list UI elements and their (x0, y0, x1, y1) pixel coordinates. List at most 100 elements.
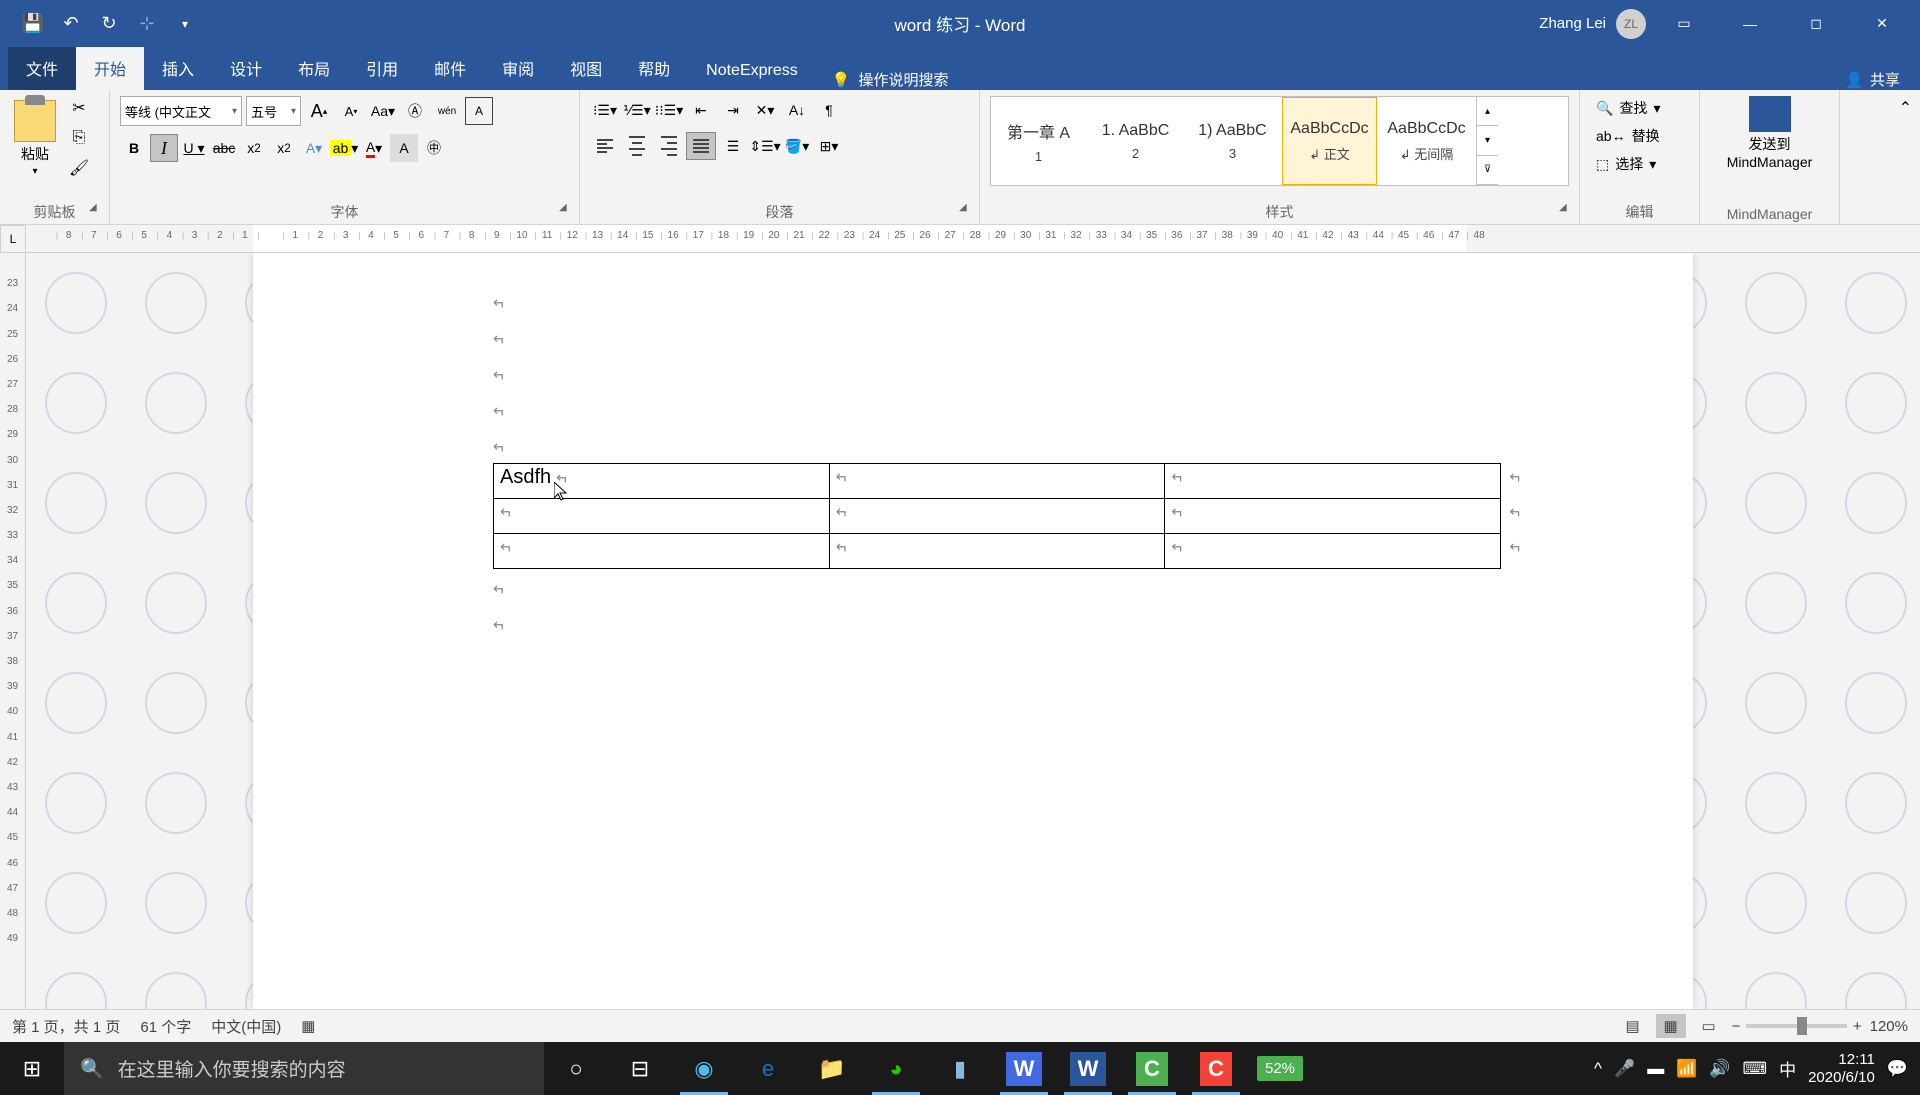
paragraph-dialog-launcher[interactable]: ◢ (959, 202, 975, 218)
taskbar-app-1[interactable]: ◉ (672, 1042, 736, 1095)
taskbar-explorer[interactable]: 📁 (800, 1042, 864, 1095)
collapse-ribbon-button[interactable]: ⌃ (1891, 90, 1920, 224)
ruler-horizontal[interactable]: L 87654321 12345678910111213141516171819… (0, 225, 1920, 253)
character-shading-button[interactable]: A (390, 134, 418, 162)
ruler-vertical[interactable]: 2324252627282930313233343536373839404142… (0, 253, 26, 1009)
paste-button[interactable]: 粘贴 ▾ (10, 96, 60, 181)
tab-insert[interactable]: 插入 (144, 46, 212, 90)
superscript-button[interactable]: x2 (270, 134, 298, 162)
read-mode-button[interactable]: ▤ (1618, 1014, 1648, 1038)
language-status[interactable]: 中文(中国) (211, 1016, 281, 1037)
highlight-button[interactable]: ab▾ (330, 134, 358, 162)
taskbar-battery-app[interactable]: 52% (1248, 1042, 1312, 1095)
grow-font-button[interactable]: A▴ (305, 97, 333, 125)
align-center-button[interactable] (622, 132, 652, 160)
redo-button[interactable]: ↻ (96, 11, 122, 37)
clear-formatting-button[interactable]: Ⓐ (401, 97, 429, 125)
increase-indent-button[interactable]: ⇥ (718, 96, 748, 124)
underline-button[interactable]: U ▾ (180, 134, 208, 162)
enclose-characters-button[interactable]: ㊥ (420, 134, 448, 162)
italic-button[interactable]: I (150, 134, 178, 162)
tab-selector[interactable]: L (0, 225, 26, 253)
asian-layout-button[interactable]: ✕▾ (750, 96, 780, 124)
style-heading3[interactable]: 1) AaBbC 3 (1185, 97, 1280, 185)
taskbar-search[interactable]: 🔍 在这里输入你要搜索的内容 (64, 1042, 544, 1095)
task-view-button[interactable]: ⊟ (608, 1042, 672, 1095)
wifi-icon[interactable]: 📶 (1676, 1059, 1697, 1079)
web-layout-button[interactable]: ▭ (1694, 1014, 1724, 1038)
zoom-in-button[interactable]: + (1853, 1018, 1862, 1035)
tab-layout[interactable]: 布局 (280, 46, 348, 90)
table-cell[interactable]: ↵↵ (1165, 534, 1501, 569)
document-table[interactable]: Asdfh ↵ ↵ ↵↵ ↵ ↵ ↵↵ ↵ ↵ ↵↵ (493, 463, 1501, 569)
font-size-select[interactable]: 五号 ▾ (246, 96, 301, 126)
share-button[interactable]: 👤 共享 (1845, 69, 1900, 90)
ime-indicator[interactable]: 中 (1779, 1056, 1796, 1081)
taskbar-wechat[interactable]: ◕ (864, 1042, 928, 1095)
ribbon-options-button[interactable]: ▭ (1656, 0, 1712, 47)
find-button[interactable]: 🔍查找 ▾ (1590, 96, 1689, 120)
keyboard-icon[interactable]: ⌨ (1743, 1059, 1768, 1079)
taskbar-word[interactable]: W (1056, 1042, 1120, 1095)
styles-dialog-launcher[interactable]: ◢ (1559, 202, 1575, 218)
tab-help[interactable]: 帮助 (620, 46, 688, 90)
replace-button[interactable]: ab↔替换 (1590, 124, 1689, 148)
font-dialog-launcher[interactable]: ◢ (559, 202, 575, 218)
shrink-font-button[interactable]: A▾ (337, 97, 365, 125)
page[interactable]: ↵ ↵ ↵ ↵ ↵ Asdfh ↵ ↵ ↵↵ ↵ ↵ (253, 253, 1693, 1009)
gallery-expand[interactable]: ⊽ (1477, 156, 1498, 185)
borders-button[interactable]: ⊞▾ (814, 132, 844, 160)
table-cell[interactable]: ↵↵ (1165, 464, 1501, 499)
styles-gallery[interactable]: 第一章 A 1 1. AaBbC 2 1) AaBbC 3 AaBbCcDc ↲… (990, 96, 1569, 186)
taskbar-recorder[interactable]: C (1184, 1042, 1248, 1095)
gallery-scroll-down[interactable]: ▾ (1477, 126, 1498, 155)
user-avatar[interactable]: ZL (1616, 9, 1646, 39)
notifications-button[interactable]: 💬 (1887, 1059, 1908, 1079)
start-button[interactable]: ⊞ (0, 1042, 64, 1095)
cut-button[interactable]: ✂ (66, 96, 92, 120)
close-button[interactable]: ✕ (1854, 0, 1910, 47)
taskbar-wps[interactable]: W (992, 1042, 1056, 1095)
microphone-icon[interactable]: 🎤 (1614, 1059, 1635, 1079)
text-effects-button[interactable]: A▾ (300, 134, 328, 162)
tell-me-search[interactable]: 💡 操作说明搜索 (816, 69, 965, 90)
tab-design[interactable]: 设计 (212, 46, 280, 90)
font-name-select[interactable]: 等线 (中文正文 ▾ (120, 96, 242, 126)
tab-noteexpress[interactable]: NoteExpress (688, 52, 816, 90)
tab-home[interactable]: 开始 (76, 46, 144, 90)
taskbar-camtasia[interactable]: C (1120, 1042, 1184, 1095)
numbering-button[interactable]: ⅟☰▾ (622, 96, 652, 124)
table-cell[interactable]: Asdfh ↵ (494, 464, 830, 499)
tab-view[interactable]: 视图 (552, 46, 620, 90)
hruler[interactable]: 87654321 1234567891011121314151617181920… (26, 225, 1920, 253)
battery-icon[interactable]: ▬ (1647, 1059, 1664, 1079)
table-cell[interactable]: ↵ (494, 534, 830, 569)
table-row[interactable]: ↵ ↵ ↵↵ (494, 534, 1501, 569)
taskbar-edge[interactable]: e (736, 1042, 800, 1095)
zoom-slider[interactable]: − + (1732, 1018, 1862, 1035)
tab-references[interactable]: 引用 (348, 46, 416, 90)
copy-button[interactable]: ⎘ (66, 126, 92, 150)
change-case-button[interactable]: Aa▾ (369, 97, 397, 125)
format-painter-button[interactable]: 🖌 (66, 156, 92, 180)
subscript-button[interactable]: x2 (240, 134, 268, 162)
user-name[interactable]: Zhang Lei (1539, 15, 1606, 32)
touch-mode-button[interactable]: ⊹ (134, 11, 160, 37)
align-justify-button[interactable] (686, 132, 716, 160)
bullets-button[interactable]: ⁝☰▾ (590, 96, 620, 124)
cortana-button[interactable]: ○ (544, 1042, 608, 1095)
style-heading2[interactable]: 1. AaBbC 2 (1088, 97, 1183, 185)
page-number-status[interactable]: 第 1 页，共 1 页 (12, 1016, 120, 1037)
align-right-button[interactable] (654, 132, 684, 160)
select-button[interactable]: ⬚选择 ▾ (1590, 152, 1689, 176)
table-cell[interactable]: ↵ (829, 534, 1165, 569)
show-marks-button[interactable]: ¶ (814, 96, 844, 124)
maximize-button[interactable]: ◻ (1788, 0, 1844, 47)
tab-file[interactable]: 文件 (8, 46, 76, 90)
qat-dropdown[interactable]: ▾ (172, 11, 198, 37)
align-left-button[interactable] (590, 132, 620, 160)
table-row[interactable]: Asdfh ↵ ↵ ↵↵ (494, 464, 1501, 499)
phonetic-guide-button[interactable]: wén (433, 97, 461, 125)
word-count-status[interactable]: 61 个字 (140, 1016, 191, 1037)
macro-status[interactable]: ▦ (301, 1017, 315, 1035)
